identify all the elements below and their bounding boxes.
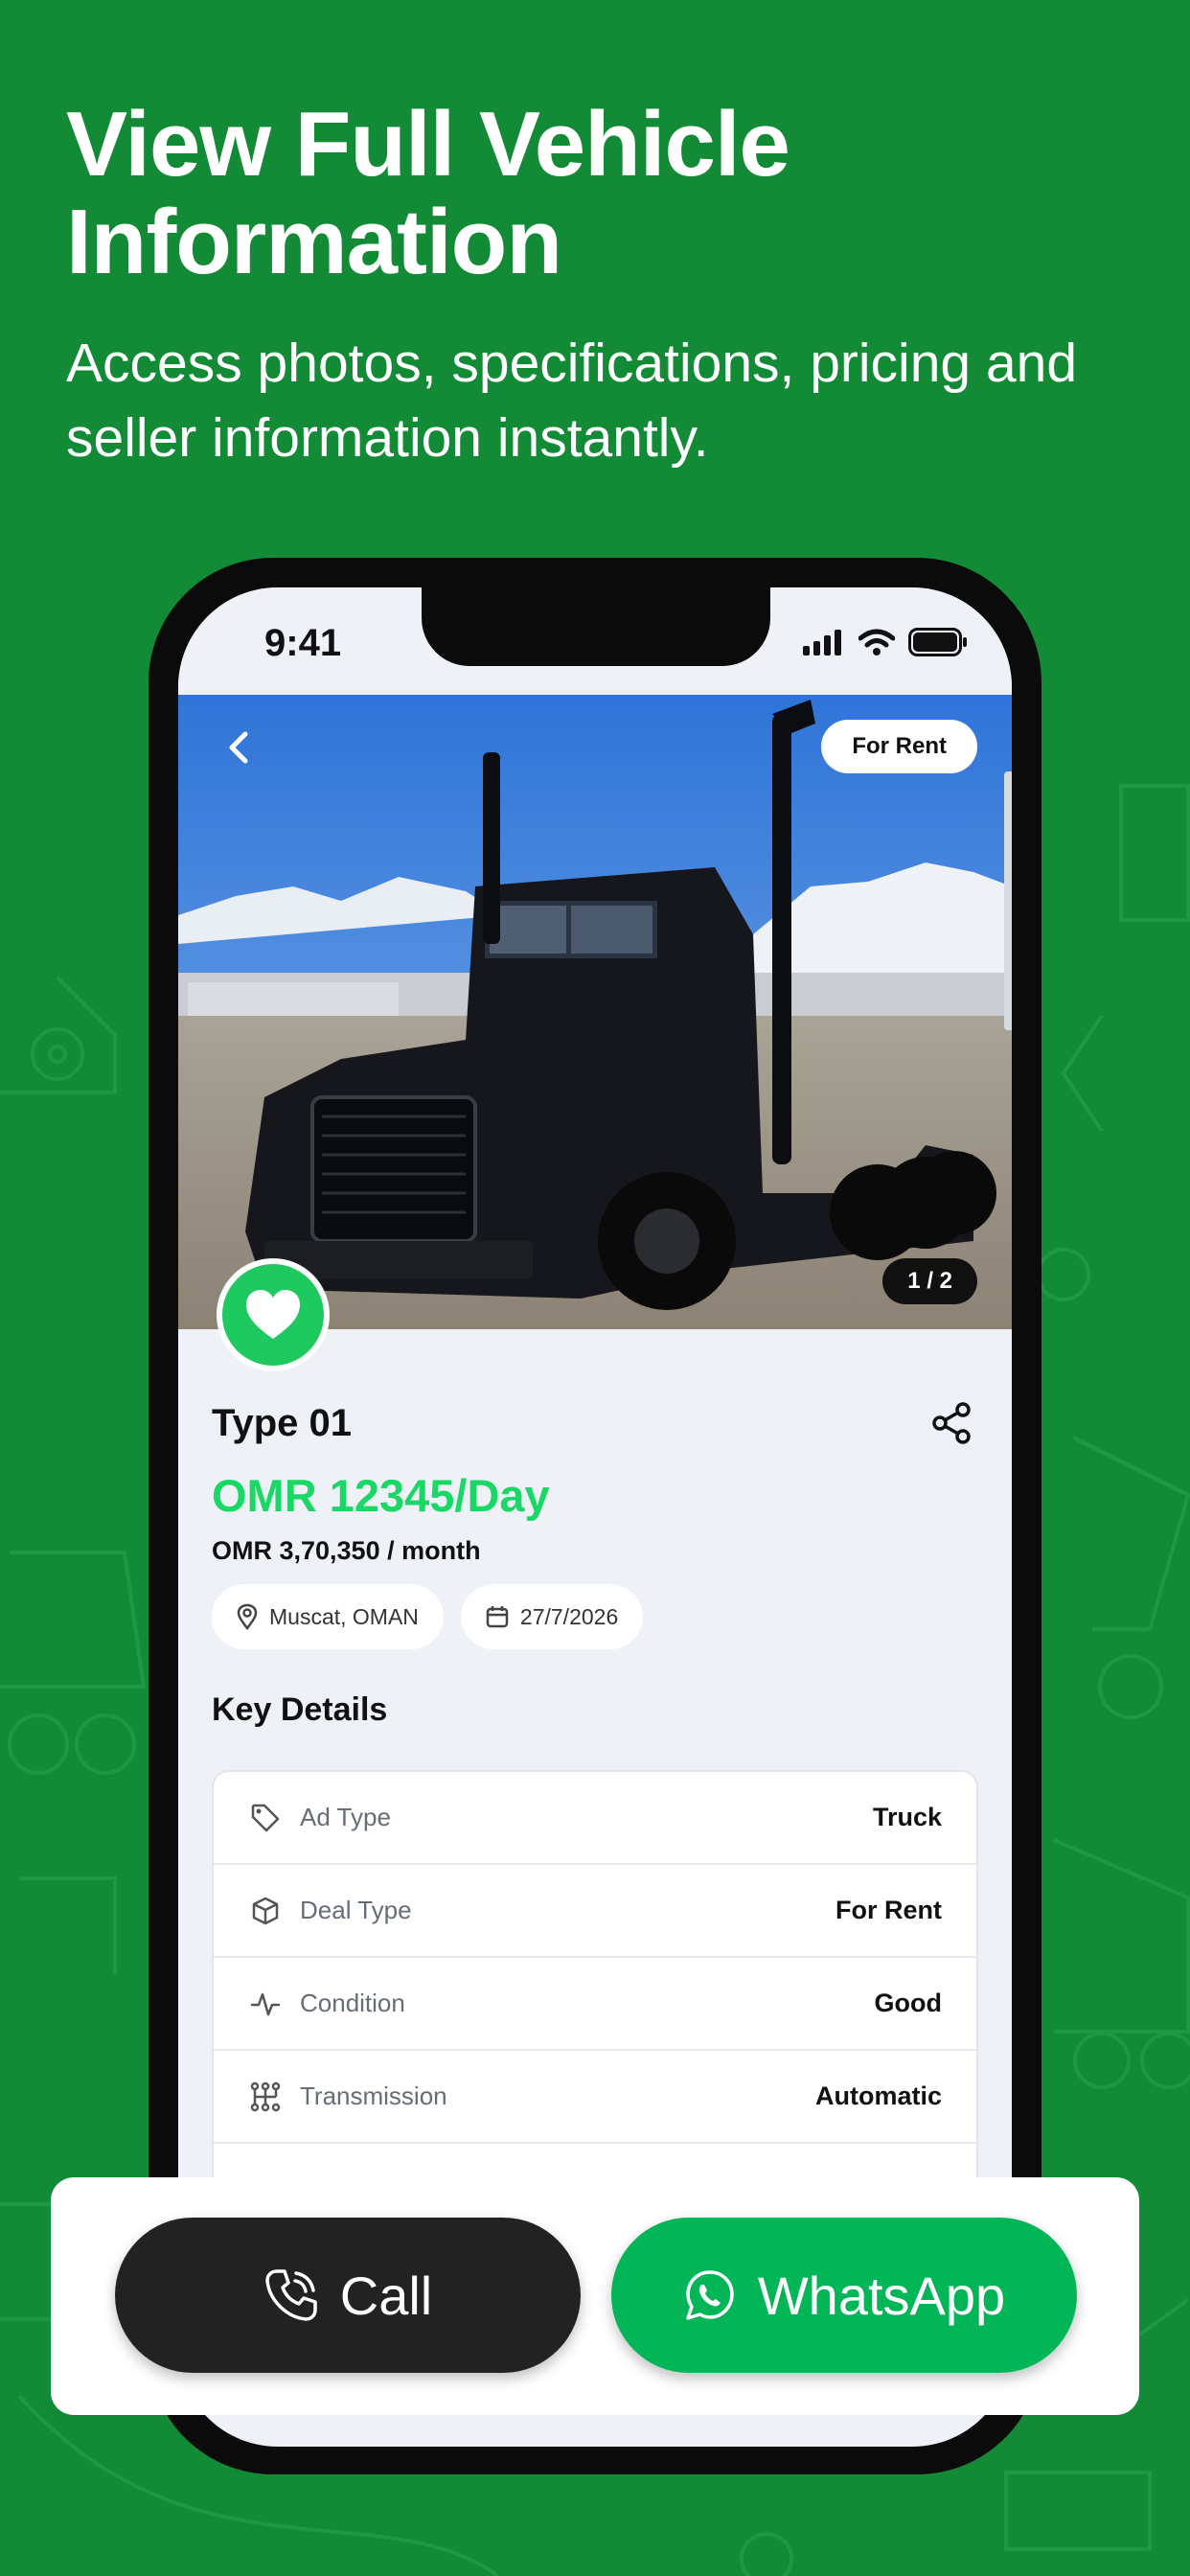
status-icons xyxy=(803,628,968,656)
battery-icon xyxy=(908,628,967,656)
detail-row: Transmission Automatic xyxy=(214,2051,976,2144)
detail-row: Ad Type Truck xyxy=(214,1772,976,1865)
box-icon xyxy=(248,1894,283,1928)
signal-icon xyxy=(803,630,841,656)
daily-price: OMR 12345/Day xyxy=(212,1470,550,1521)
detail-label: Condition xyxy=(300,1989,405,2017)
calendar-icon xyxy=(486,1606,509,1628)
location-chip: Muscat, OMAN xyxy=(212,1584,444,1649)
status-bar: 9:41 xyxy=(178,587,1012,695)
listing-title-row: Type 01 xyxy=(212,1402,978,1445)
listing-meta-chips: Muscat, OMAN 27/7/2026 xyxy=(212,1584,644,1649)
share-icon xyxy=(932,1402,971,1444)
phone-screen: 9:41 For Rent 1 / 2 Type 01 OMR 12345/Da… xyxy=(178,587,1012,2447)
chevron-left-icon xyxy=(229,731,248,764)
phone-call-icon xyxy=(265,2269,317,2321)
date-text: 27/7/2026 xyxy=(519,1603,619,1629)
share-button[interactable] xyxy=(930,1402,978,1450)
detail-row: Condition Good xyxy=(214,1958,976,2051)
deal-type-badge: For Rent xyxy=(821,720,977,773)
pulse-icon xyxy=(248,1987,283,2021)
whatsapp-button[interactable]: WhatsApp xyxy=(611,2218,1077,2373)
listing-title: Type 01 xyxy=(212,1402,352,1444)
gearbox-icon xyxy=(248,2080,283,2114)
tag-icon xyxy=(248,1801,283,1835)
status-time: 9:41 xyxy=(264,622,342,664)
heart-icon xyxy=(246,1290,300,1339)
detail-label: Deal Type xyxy=(300,1896,412,1924)
location-text: Muscat, OMAN xyxy=(269,1603,419,1629)
detail-value: For Rent xyxy=(835,1896,942,1924)
contact-action-bar: Call WhatsApp xyxy=(51,2177,1139,2415)
call-button[interactable]: Call xyxy=(115,2218,581,2373)
monthly-price: OMR 3,70,350 / month xyxy=(212,1536,481,1565)
vehicle-photo xyxy=(178,695,1012,1329)
detail-value: Automatic xyxy=(814,2082,942,2110)
back-button[interactable] xyxy=(215,724,263,771)
wifi-icon xyxy=(858,629,895,656)
call-label: Call xyxy=(339,2265,433,2326)
marketing-subline: Access photos, specifications, pricing a… xyxy=(66,333,1078,469)
detail-value: Truck xyxy=(872,1803,942,1831)
next-photo-peek xyxy=(1004,771,1012,1030)
date-chip: 27/7/2026 xyxy=(460,1584,644,1649)
marketing-headline: View Full Vehicle Information xyxy=(66,93,790,293)
detail-value: Good xyxy=(874,1989,942,2017)
map-pin-icon xyxy=(237,1603,258,1630)
vehicle-photo-carousel[interactable]: For Rent 1 / 2 xyxy=(178,695,1012,1329)
detail-label: Transmission xyxy=(300,2082,447,2110)
detail-row: Deal Type For Rent xyxy=(214,1865,976,1958)
whatsapp-label: WhatsApp xyxy=(757,2265,1006,2326)
favorite-button[interactable] xyxy=(217,1258,330,1371)
notch xyxy=(422,587,770,666)
detail-label: Ad Type xyxy=(300,1803,391,1831)
image-counter: 1 / 2 xyxy=(882,1258,977,1304)
whatsapp-icon xyxy=(686,2270,734,2320)
key-details-heading: Key Details xyxy=(212,1691,388,1728)
